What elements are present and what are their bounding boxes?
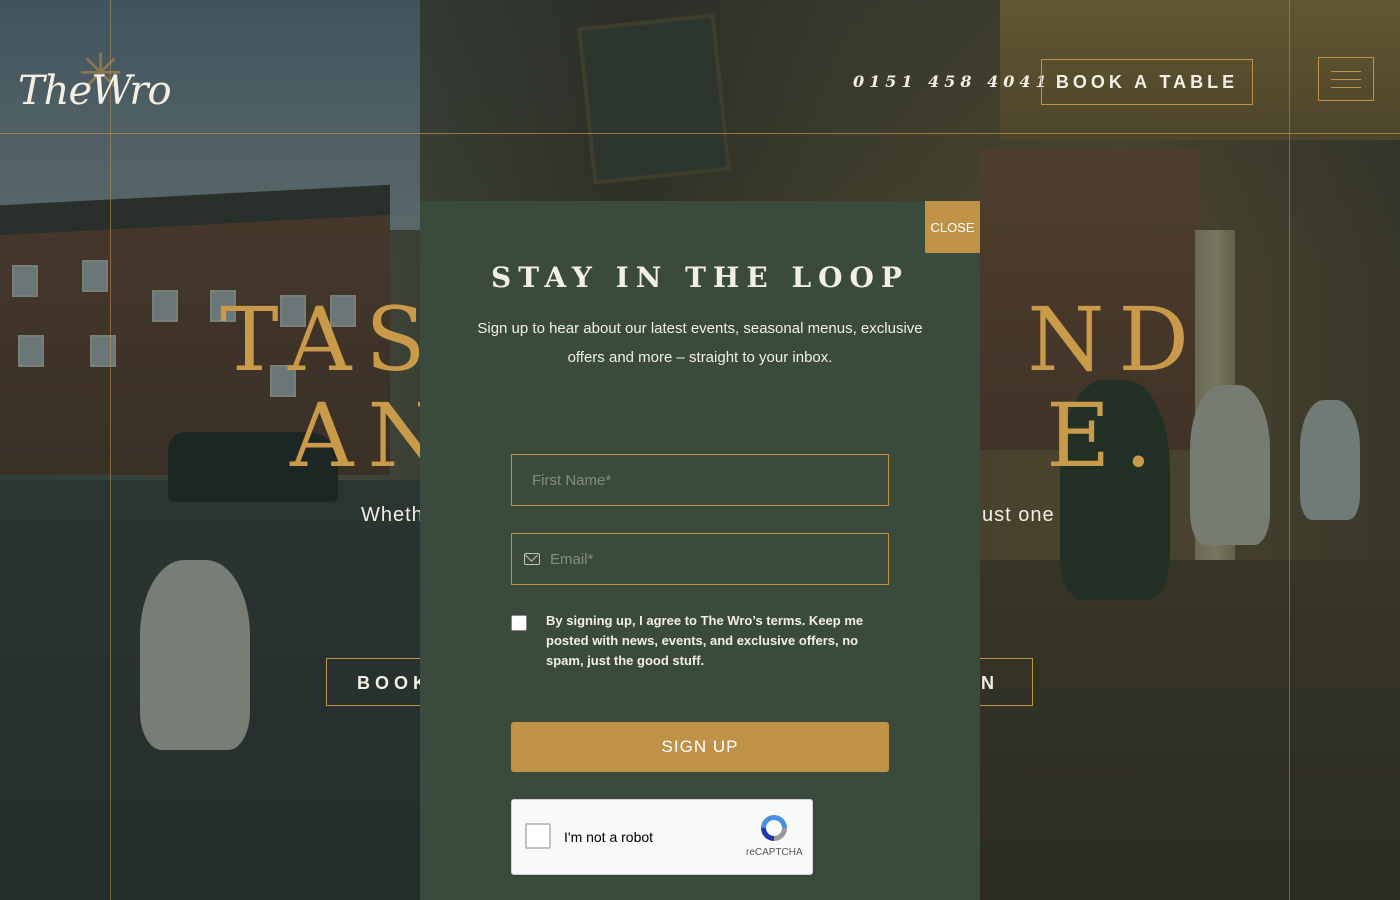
hero-secondary-button[interactable]: N bbox=[975, 658, 1033, 706]
hamburger-menu-icon[interactable] bbox=[1318, 57, 1374, 101]
phone-link[interactable]: 0151 458 4041 bbox=[853, 72, 1052, 91]
logo-text: TheWro bbox=[18, 68, 172, 114]
first-name-placeholder: First Name* bbox=[532, 471, 612, 489]
grid-line bbox=[110, 0, 111, 900]
hero-book-button[interactable]: BOOK bbox=[326, 658, 426, 706]
hero-subtitle-left: Wheth bbox=[361, 504, 424, 526]
recaptcha-logo-icon bbox=[761, 815, 787, 841]
mail-icon bbox=[524, 553, 540, 565]
signup-button[interactable]: SIGN UP bbox=[511, 722, 889, 772]
modal-description: Sign up to hear about our latest events,… bbox=[477, 320, 923, 366]
grid-line bbox=[1289, 0, 1290, 900]
site-logo[interactable]: ✳ TheWro bbox=[18, 42, 193, 128]
book-table-button[interactable]: BOOK A TABLE bbox=[1041, 59, 1253, 105]
recaptcha-brand: reCAPTCHA bbox=[746, 847, 803, 858]
recaptcha-label: I'm not a robot bbox=[564, 829, 654, 845]
recaptcha-widget: I'm not a robot reCAPTCHA bbox=[511, 799, 813, 875]
recaptcha-checkbox[interactable] bbox=[525, 823, 551, 849]
email-placeholder: Email* bbox=[550, 550, 594, 568]
modal-title: STAY IN THE LOOP bbox=[491, 261, 909, 294]
header-divider bbox=[0, 133, 1400, 134]
consent-checkbox[interactable] bbox=[511, 615, 527, 631]
email-field[interactable]: Email* bbox=[511, 533, 889, 585]
hero-subtitle-right: ust one bbox=[982, 504, 1055, 526]
first-name-field[interactable]: First Name* bbox=[511, 454, 889, 506]
close-button[interactable]: CLOSE bbox=[925, 201, 980, 253]
consent-label: By signing up, I agree to The Wro’s term… bbox=[546, 613, 864, 668]
newsletter-modal: CLOSE STAY IN THE LOOP Sign up to hear a… bbox=[420, 201, 980, 900]
